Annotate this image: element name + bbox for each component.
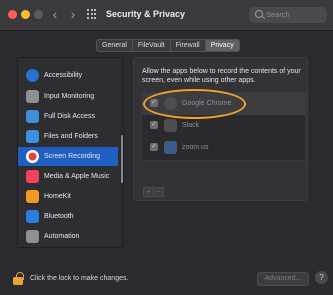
- title-bar: ‹ › Security & Privacy: [0, 0, 333, 31]
- sidebar-item-label: Full Disk Access: [44, 113, 95, 120]
- remove-app-button[interactable]: −: [153, 187, 164, 197]
- screen-recording-icon: [26, 150, 39, 163]
- advanced-button[interactable]: Advanced...: [257, 272, 309, 286]
- lock-icon[interactable]: [13, 272, 24, 285]
- folder-icon: [26, 130, 39, 143]
- app-row-zoom[interactable]: ✓ zoom.us: [142, 137, 305, 159]
- close-window-button[interactable]: [8, 10, 17, 19]
- keyboard-icon: [26, 90, 39, 103]
- back-arrow-icon[interactable]: ‹: [48, 6, 62, 22]
- search-input[interactable]: [266, 9, 322, 20]
- window-title: Security & Privacy: [106, 9, 186, 19]
- tab-privacy[interactable]: Privacy: [205, 40, 239, 51]
- sidebar-item-label: Input Monitoring: [44, 93, 95, 100]
- tab-filevault[interactable]: FileVault: [133, 40, 171, 51]
- sidebar-item-input-monitoring[interactable]: Input Monitoring: [18, 87, 118, 106]
- sidebar-item-bluetooth[interactable]: Bluetooth: [18, 207, 118, 226]
- gear-icon: [26, 230, 39, 243]
- sidebar-item-label: Bluetooth: [44, 213, 74, 220]
- sidebar-item-automation[interactable]: Automation: [18, 227, 118, 246]
- home-icon: [26, 190, 39, 203]
- app-name: Slack: [182, 122, 200, 129]
- sidebar-item-screen-recording[interactable]: Screen Recording: [18, 147, 118, 166]
- sidebar-item-label: Accessibility: [44, 72, 83, 79]
- help-button[interactable]: ?: [315, 271, 328, 284]
- sidebar-item-label: Media & Apple Music: [44, 173, 110, 180]
- sidebar-item-files-and-folders[interactable]: Files and Folders: [18, 127, 118, 146]
- music-icon: [26, 170, 39, 183]
- tab-general[interactable]: General: [97, 40, 133, 51]
- minimize-window-button[interactable]: [21, 10, 30, 19]
- app-name: zoom.us: [182, 144, 209, 151]
- search-icon: [255, 10, 263, 18]
- zoom-icon: [164, 141, 177, 154]
- slack-icon: [164, 119, 177, 132]
- footer: Click the lock to make changes. Advanced…: [0, 262, 333, 295]
- app-row-slack[interactable]: ✓ Slack: [142, 115, 305, 137]
- lock-hint: Click the lock to make changes.: [30, 275, 129, 282]
- permission-prompt: Allow the apps below to record the conte…: [142, 68, 301, 84]
- folder-icon: [26, 110, 39, 123]
- app-checkbox[interactable]: ✓: [150, 121, 158, 129]
- sidebar-item-media-apple-music[interactable]: Media & Apple Music: [18, 167, 118, 186]
- show-all-grid-icon[interactable]: [87, 9, 97, 19]
- search-field[interactable]: [249, 7, 327, 23]
- app-checkbox[interactable]: ✓: [150, 143, 158, 151]
- zoom-window-button[interactable]: [34, 10, 43, 19]
- accessibility-icon: [26, 69, 39, 82]
- sidebar-item-accessibility[interactable]: Accessibility: [18, 66, 118, 85]
- bluetooth-icon: [26, 210, 39, 223]
- tab-firewall[interactable]: Firewall: [171, 40, 206, 51]
- sidebar-item-full-disk-access[interactable]: Full Disk Access: [18, 107, 118, 126]
- tab-bar: General FileVault Firewall Privacy: [96, 39, 240, 52]
- sidebar-item-label: Automation: [44, 233, 80, 240]
- sidebar-item-label: HomeKit: [44, 193, 71, 200]
- sidebar-item-label: Files and Folders: [44, 133, 98, 140]
- annotation-highlight-ring: [143, 89, 246, 119]
- sidebar-scrollbar[interactable]: [121, 135, 123, 183]
- sidebar-item-homekit[interactable]: HomeKit: [18, 187, 118, 206]
- privacy-category-list: Accessibility Input Monitoring Full Disk…: [17, 57, 124, 248]
- sidebar-item-label: Screen Recording: [44, 153, 101, 160]
- forward-arrow-icon[interactable]: ›: [66, 6, 80, 22]
